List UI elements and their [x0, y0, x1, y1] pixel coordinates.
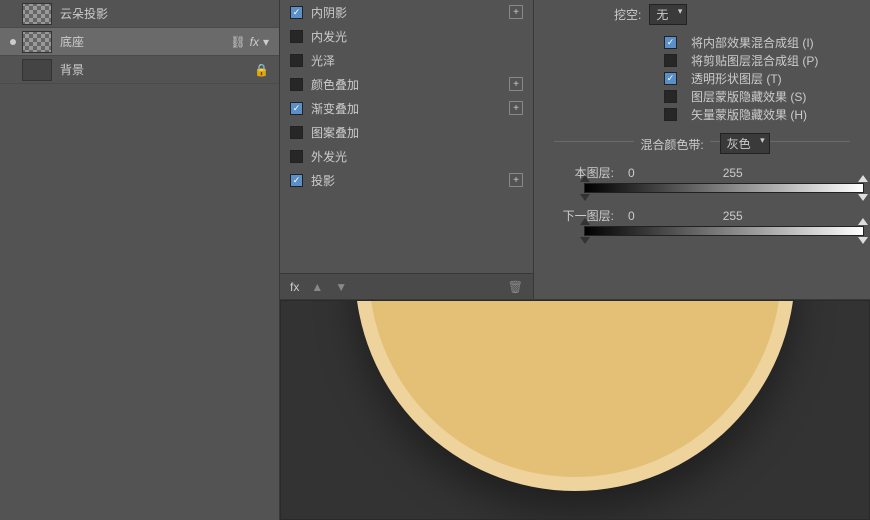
fx-row-0[interactable]: 内阴影+: [280, 0, 533, 24]
this-layer-v0: 0: [628, 166, 635, 180]
fx-row-3[interactable]: 颜色叠加+: [280, 72, 533, 96]
fx-label: 渐变叠加: [311, 100, 509, 117]
canvas-area: [280, 300, 870, 520]
fx-checkbox[interactable]: [290, 30, 303, 43]
add-fx-icon[interactable]: +: [509, 173, 523, 187]
fx-label: 外发光: [311, 148, 523, 165]
layer-row-1[interactable]: 底座⛓ fx ▾: [0, 28, 279, 56]
lock-icon: 🔒: [254, 63, 269, 77]
knockout-select[interactable]: 无: [649, 4, 687, 25]
blend-if-label: 混合颜色带:: [634, 136, 709, 153]
fx-icon[interactable]: fx: [290, 280, 299, 294]
effects-footer: fx ▲ ▼ 🗑: [280, 273, 533, 299]
advanced-blending-group: 将内部效果混合成组 (I)将剪贴图层混合成组 (P)透明形状图层 (T)图层蒙版…: [534, 33, 870, 133]
layer-row-0[interactable]: 云朵投影: [0, 0, 279, 28]
fx-row-6[interactable]: 外发光: [280, 144, 533, 168]
adv-checkbox[interactable]: [664, 108, 677, 121]
fx-row-4[interactable]: 渐变叠加+: [280, 96, 533, 120]
trash-icon[interactable]: 🗑: [508, 280, 523, 294]
adv-option-1[interactable]: 将剪贴图层混合成组 (P): [664, 51, 870, 69]
adv-checkbox[interactable]: [664, 72, 677, 85]
move-up-icon[interactable]: ▲: [311, 280, 323, 294]
fx-label: 内发光: [311, 28, 523, 45]
fx-badge-icon: fx: [250, 35, 259, 49]
blend-if-section: 混合颜色带: 灰色 本图层: 0 255 下一图层: 0 255: [534, 133, 870, 244]
next-layer-slider[interactable]: [584, 226, 864, 236]
plate-artwork: [355, 300, 795, 491]
fx-checkbox[interactable]: [290, 102, 303, 115]
fx-label: 光泽: [311, 52, 523, 69]
fx-checkbox[interactable]: [290, 54, 303, 67]
link-icon: ⛓: [230, 35, 245, 49]
this-layer-v1: 255: [723, 166, 743, 180]
adv-checkbox[interactable]: [664, 90, 677, 103]
fx-checkbox[interactable]: [290, 6, 303, 19]
layer-name: 底座: [60, 33, 230, 50]
blending-options-panel: 挖空: 无 将内部效果混合成组 (I)将剪贴图层混合成组 (P)透明形状图层 (…: [534, 0, 870, 300]
adv-option-4[interactable]: 矢量蒙版隐藏效果 (H): [664, 105, 870, 123]
fx-label: 颜色叠加: [311, 76, 509, 93]
blend-if-select[interactable]: 灰色: [720, 133, 770, 154]
this-layer-slider[interactable]: [584, 183, 864, 193]
fx-checkbox[interactable]: [290, 126, 303, 139]
adv-checkbox[interactable]: [664, 36, 677, 49]
fx-checkbox[interactable]: [290, 78, 303, 91]
knockout-row: 挖空: 无: [534, 0, 870, 33]
fx-checkbox[interactable]: [290, 174, 303, 187]
layers-panel: 云朵投影底座⛓ fx ▾ 背景🔒: [0, 0, 280, 520]
adv-label: 图层蒙版隐藏效果 (S): [691, 88, 806, 105]
layer-name: 背景: [60, 61, 254, 78]
fx-label: 内阴影: [311, 4, 509, 21]
fx-row-7[interactable]: 投影+: [280, 168, 533, 192]
fx-label: 图案叠加: [311, 124, 523, 141]
add-fx-icon[interactable]: +: [509, 5, 523, 19]
fx-row-2[interactable]: 光泽: [280, 48, 533, 72]
adv-label: 将内部效果混合成组 (I): [691, 34, 814, 51]
add-fx-icon[interactable]: +: [509, 77, 523, 91]
adv-checkbox[interactable]: [664, 54, 677, 67]
fx-label: 投影: [311, 172, 509, 189]
adv-option-2[interactable]: 透明形状图层 (T): [664, 69, 870, 87]
next-layer-v0: 0: [628, 209, 635, 223]
layer-thumb: [22, 3, 52, 25]
adv-label: 透明形状图层 (T): [691, 70, 782, 87]
move-down-icon[interactable]: ▼: [335, 280, 347, 294]
adv-label: 矢量蒙版隐藏效果 (H): [691, 106, 807, 123]
knockout-label: 挖空:: [614, 6, 641, 23]
adv-label: 将剪贴图层混合成组 (P): [691, 52, 818, 69]
fx-row-1[interactable]: 内发光: [280, 24, 533, 48]
add-fx-icon[interactable]: +: [509, 101, 523, 115]
fx-checkbox[interactable]: [290, 150, 303, 163]
layer-thumb: [22, 31, 52, 53]
layer-name: 云朵投影: [60, 5, 269, 22]
adv-option-3[interactable]: 图层蒙版隐藏效果 (S): [664, 87, 870, 105]
chevron-down-icon: ▾: [263, 35, 269, 49]
layer-thumb: [22, 59, 52, 81]
next-layer-v1: 255: [723, 209, 743, 223]
layer-row-2[interactable]: 背景🔒: [0, 56, 279, 84]
fx-row-5[interactable]: 图案叠加: [280, 120, 533, 144]
effects-panel: 内阴影+内发光光泽颜色叠加+渐变叠加+图案叠加外发光投影+ fx ▲ ▼ 🗑: [280, 0, 534, 300]
adv-option-0[interactable]: 将内部效果混合成组 (I): [664, 33, 870, 51]
